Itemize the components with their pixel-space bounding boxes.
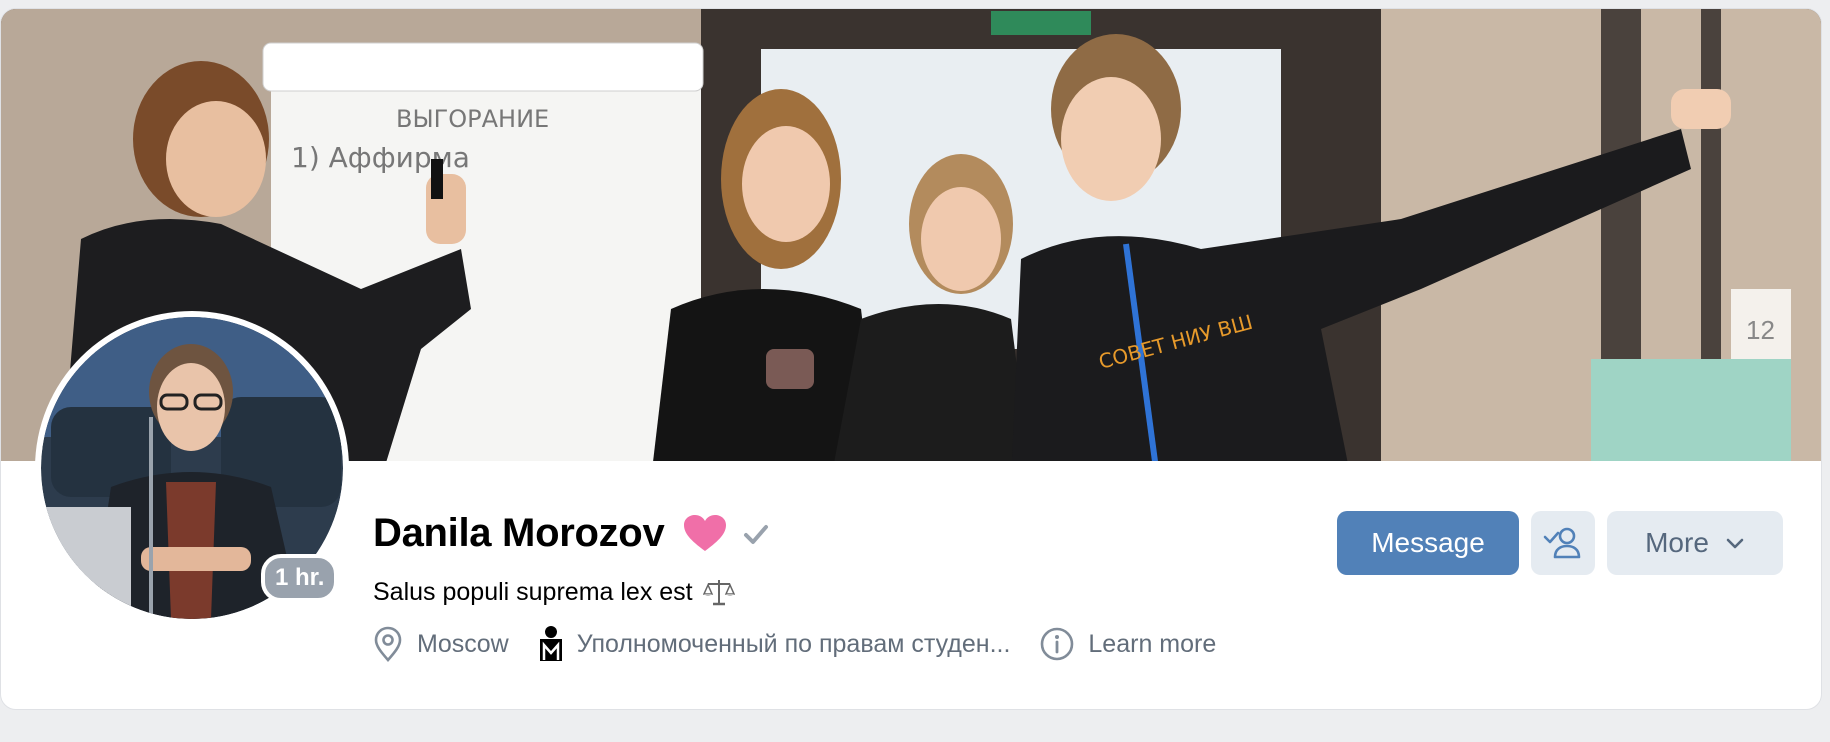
svg-text:ВЫГОРАНИЕ: ВЫГОРАНИЕ [396,105,549,133]
friend-status-button[interactable] [1531,511,1595,575]
name-row: Danila Morozov [373,511,770,556]
university-logo-icon [539,626,562,661]
learn-more-text: Learn more [1088,629,1217,658]
heart-icon[interactable] [684,514,727,553]
profile-status: Salus populi suprema lex est [373,577,735,607]
location-pin-icon [374,626,402,662]
profile-name: Danila Morozov [373,511,665,555]
svg-text:1) Аффирма: 1) Аффирма [291,141,470,174]
last-seen-badge: 1 hr. [261,554,339,602]
user-check-icon [1543,527,1581,559]
status-text: Salus populi suprema lex est [373,577,693,606]
more-button[interactable]: More [1607,511,1783,575]
profile-card: 12 ВЫГОРАНИЕ 1) Аффирма СОВЕТ НИУ ВШ 1 h… [0,8,1822,710]
svg-text:12: 12 [1746,315,1775,345]
checkmark-icon [744,524,769,544]
scales-icon [702,580,735,606]
info-circle-icon [1041,627,1074,661]
chevron-down-icon [1726,538,1744,549]
location-item[interactable]: Moscow [373,626,509,662]
occupation-item[interactable]: Уполномоченный по правам студен... [539,625,1011,663]
profile-meta-row: Moscow Уполномоченный по правам студен..… [373,625,1246,663]
more-button-label: More [1645,527,1709,558]
learn-more-link[interactable]: Learn more [1040,627,1216,661]
occupation-text: Уполномоченный по правам студен... [576,629,1011,658]
message-button[interactable]: Message [1337,511,1519,575]
location-text: Moscow [417,629,509,658]
